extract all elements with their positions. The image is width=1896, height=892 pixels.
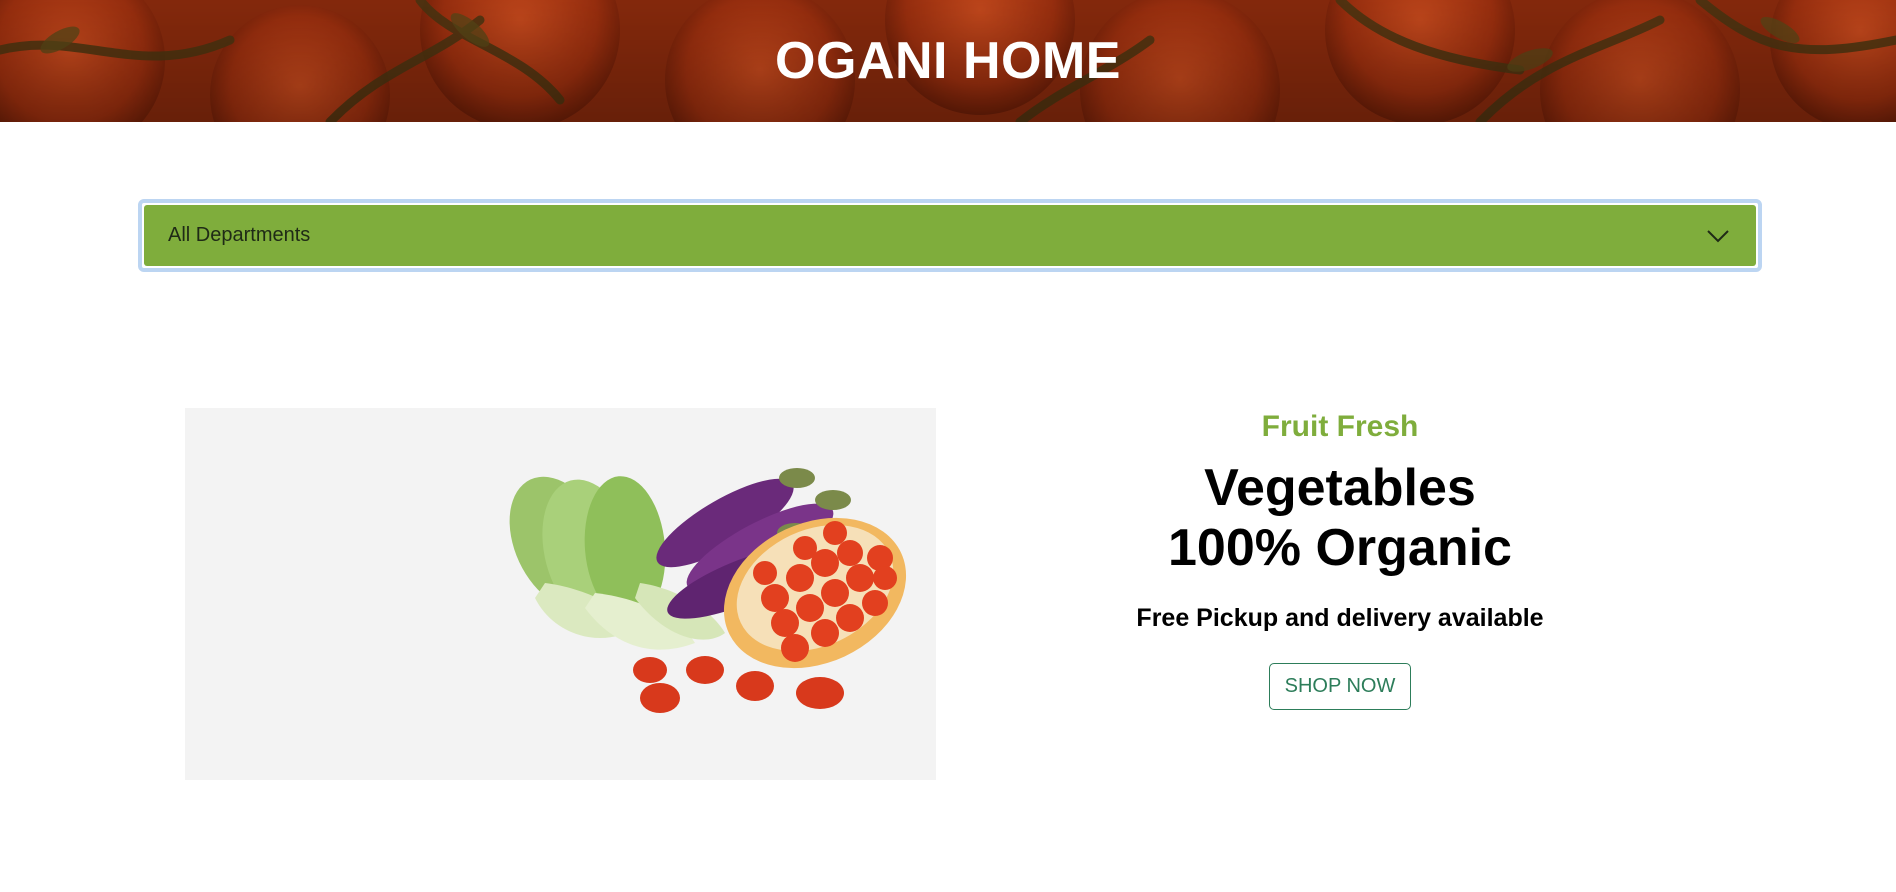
hero-title: Vegetables 100% Organic bbox=[1080, 458, 1600, 578]
departments-select-focus-ring: All Departments bbox=[138, 199, 1762, 272]
hero-vegetables-image bbox=[185, 408, 936, 780]
page-title: OGANI HOME bbox=[775, 32, 1121, 90]
departments-select-value: All Departments bbox=[168, 224, 311, 246]
shop-now-button[interactable]: SHOP NOW bbox=[1268, 663, 1412, 710]
hero-title-line2: 100% Organic bbox=[1168, 519, 1512, 577]
hero-text-block: Fruit Fresh Vegetables 100% Organic Free… bbox=[1080, 400, 1600, 710]
chevron-down-icon bbox=[1704, 225, 1732, 247]
hero-delivery-note: Free Pickup and delivery available bbox=[1136, 604, 1544, 632]
departments-select[interactable]: All Departments bbox=[144, 205, 1756, 266]
hero-title-line1: Vegetables bbox=[1204, 459, 1476, 517]
hero-subtitle: Fruit Fresh bbox=[1261, 410, 1419, 443]
header-banner: OGANI HOME bbox=[0, 0, 1896, 122]
